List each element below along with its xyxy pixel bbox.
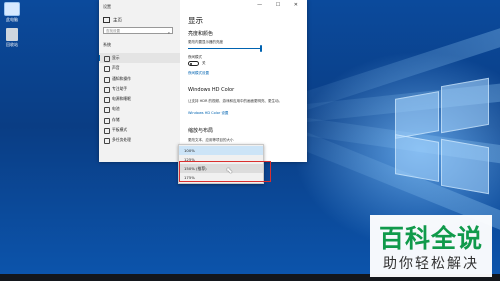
sidebar-item-label: 显示: [112, 55, 120, 60]
sidebar-item-label: 声音: [112, 65, 120, 71]
night-light-settings-link[interactable]: 夜间模式设置: [188, 71, 209, 76]
toggle-knob: [190, 62, 193, 66]
sidebar-item-storage[interactable]: 存储: [99, 115, 180, 125]
windows-logo-pane: [395, 91, 439, 139]
sidebar-nav: 显示 声音 通知和操作 专注助手 电源和睡眠 电池 存储 平板模式 多任务处理: [99, 53, 180, 146]
sidebar-item-power-sleep[interactable]: 电源和睡眠: [99, 94, 180, 104]
recycle-bin-icon: [6, 28, 18, 41]
windows-logo-pane: [441, 138, 489, 195]
sidebar-item-multitasking[interactable]: 多任务处理: [99, 135, 180, 145]
windows-logo-pane: [395, 134, 439, 182]
brightness-label: 更改内置显示器的亮度: [188, 40, 223, 44]
sidebar-item-battery[interactable]: 电池: [99, 104, 180, 114]
hd-color-heading: Windows HD Color: [188, 87, 235, 93]
scale-layout-heading: 缩放与布局: [188, 128, 214, 134]
scale-label: 更改文本、应用等项目的大小: [188, 138, 234, 142]
multitasking-icon: [104, 138, 110, 145]
night-light-toggle[interactable]: [188, 61, 199, 66]
night-light-label: 夜间模式: [188, 55, 202, 59]
search-icon: ⌕: [167, 30, 170, 35]
hd-color-description: 让支持 HDR 的视频、游戏和应用中的画面更明亮、更生动。: [188, 99, 282, 103]
settings-search-input[interactable]: 查找设置 ⌕: [103, 27, 173, 35]
highlight-box: [179, 161, 271, 182]
night-light-state: 关: [202, 61, 206, 65]
desktop-icon-label: 此电脑: [6, 17, 18, 22]
desktop-icon-recycle-bin[interactable]: 回收站: [2, 28, 22, 48]
power-icon: [104, 97, 110, 104]
brightness-heading: 亮度和颜色: [188, 31, 214, 37]
sidebar-item-notifications[interactable]: 通知和操作: [99, 74, 180, 84]
sidebar-item-label: 平板模式: [112, 127, 128, 133]
notification-icon: [104, 76, 110, 83]
window-title: 设置: [103, 4, 111, 9]
storage-icon: [104, 117, 110, 124]
brightness-slider[interactable]: [188, 45, 262, 52]
mouse-cursor-icon: ⬉: [226, 166, 233, 175]
sidebar-item-label: 电池: [112, 106, 120, 112]
home-label: 主页: [113, 18, 122, 24]
sidebar-item-label: 电源和睡眠: [112, 96, 131, 102]
sidebar-item-label: 通知和操作: [112, 75, 131, 81]
desktop-icon-this-pc[interactable]: 此电脑: [2, 2, 22, 23]
sidebar-item-label: 专注助手: [112, 85, 128, 91]
sidebar-section-label: 系统: [103, 42, 111, 47]
watermark-title: 百科全说: [378, 224, 483, 253]
computer-icon: [4, 2, 20, 16]
sidebar-item-tablet-mode[interactable]: 平板模式: [99, 125, 180, 135]
search-placeholder: 查找设置: [106, 29, 120, 33]
window-controls[interactable]: — ☐ ✕: [257, 2, 304, 8]
sidebar-home[interactable]: 主页: [103, 17, 122, 24]
page-title: 显示: [188, 16, 203, 25]
settings-content: — ☐ ✕ 显示 亮度和颜色 更改内置显示器的亮度 夜间模式 关 夜间模式设置 …: [180, 0, 307, 162]
settings-window: 设置 主页 查找设置 ⌕ 系统 显示 声音 通知和操作 专注助手 电源和睡眠 电…: [99, 0, 307, 162]
home-icon: [103, 17, 110, 23]
desktop-icon-label: 回收站: [6, 42, 18, 47]
watermark-subtitle: 助你轻松解决: [383, 256, 479, 272]
battery-icon: [104, 107, 110, 114]
sidebar-item-label: 多任务处理: [112, 137, 131, 143]
windows-logo-pane: [441, 77, 489, 134]
display-icon: [104, 56, 110, 62]
scale-option-100[interactable]: 100%: [179, 146, 263, 155]
sidebar-item-sound[interactable]: 声音: [99, 63, 180, 73]
slider-thumb[interactable]: [260, 45, 262, 52]
moon-icon: [104, 86, 110, 93]
tablet-icon: [104, 128, 110, 135]
settings-sidebar: 设置 主页 查找设置 ⌕ 系统 显示 声音 通知和操作 专注助手 电源和睡眠 电…: [99, 0, 180, 162]
sidebar-item-display[interactable]: 显示: [99, 53, 180, 64]
speaker-icon: [104, 66, 110, 73]
sidebar-item-label: 存储: [112, 116, 120, 122]
sidebar-item-focus-assist[interactable]: 专注助手: [99, 84, 180, 94]
watermark: 百科全说 助你轻松解决: [370, 215, 492, 277]
hd-color-settings-link[interactable]: Windows HD Color 设置: [188, 111, 228, 116]
